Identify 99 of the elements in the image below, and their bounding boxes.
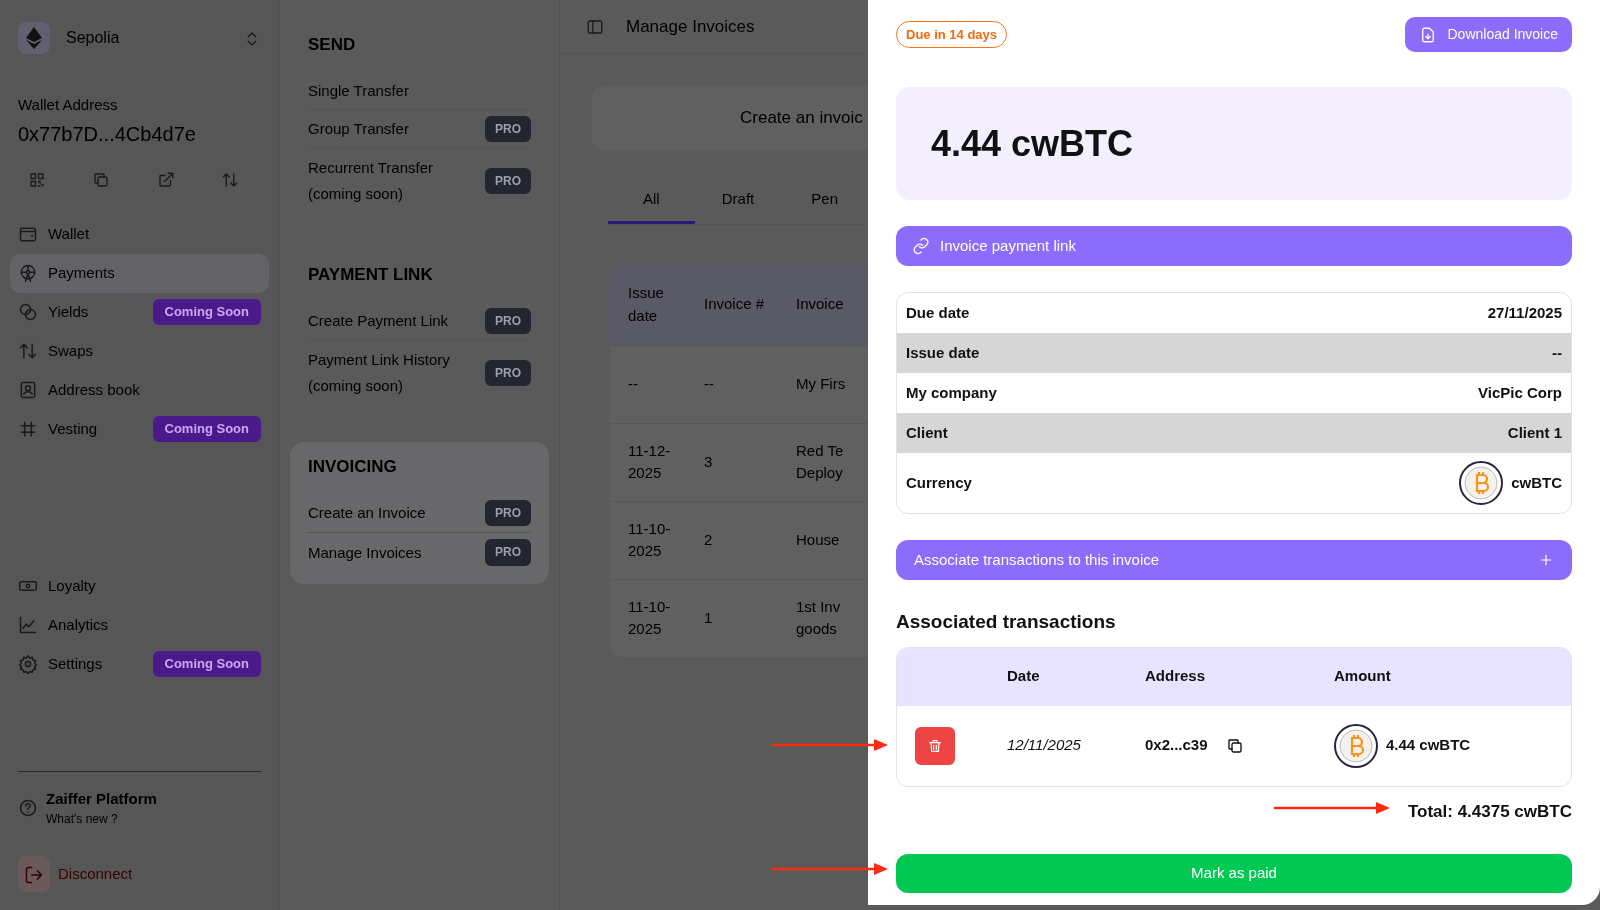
table-cell-text: 0x2...c39 xyxy=(1145,735,1208,756)
swap-arrows-icon xyxy=(18,341,38,361)
whats-new-link[interactable]: What's new ? xyxy=(46,810,157,828)
wallet-label: Wallet Address xyxy=(18,95,119,115)
detail-value: VicPic Corp xyxy=(1478,382,1562,403)
menu-link[interactable]: Recurrent Transfer (coming soon) xyxy=(308,155,468,207)
create-invoice-banner[interactable]: Create an invoic xyxy=(592,86,868,150)
detail-label: Client xyxy=(906,422,948,443)
column-header: Date xyxy=(1007,667,1040,685)
nav-item[interactable]: Analytics xyxy=(10,605,269,645)
ferris-wheel-icon xyxy=(18,263,38,283)
swap-arrows-icon xyxy=(221,170,239,189)
wallet-icon xyxy=(18,224,38,244)
external-link-icon xyxy=(156,170,175,189)
copy-icon xyxy=(92,170,111,189)
filter-tab[interactable]: All xyxy=(608,180,695,224)
nav-item[interactable]: Settings Coming Soon xyxy=(10,644,269,684)
column-header: Invoice # xyxy=(704,294,766,315)
table-cell: -- xyxy=(628,374,638,392)
invoice-amount: 4.44 cwBTC xyxy=(931,121,1134,166)
plus-icon xyxy=(1538,552,1554,568)
detail-value: 27/11/2025 xyxy=(1487,302,1562,323)
table-cell-text: 4.44 cwBTC xyxy=(1386,735,1471,756)
page-title: Manage Invoices xyxy=(626,15,755,38)
coming-soon-badge: Coming Soon xyxy=(152,299,261,325)
table-cell: 1 xyxy=(704,608,713,626)
nav-item[interactable]: Vesting Coming Soon xyxy=(10,409,269,449)
pro-badge: PRO xyxy=(485,307,531,335)
detail-value: cwBTC xyxy=(1511,472,1562,493)
pro-badge: PRO xyxy=(485,167,531,195)
coming-soon-badge: Coming Soon xyxy=(152,416,261,442)
menu-link[interactable]: Manage Invoices xyxy=(308,539,422,566)
menu-link[interactable]: Create Payment Link xyxy=(308,308,449,334)
detail-label: Currency xyxy=(906,472,972,493)
table-cell: 11-12-2025 xyxy=(628,441,671,481)
nav-item[interactable]: Payments xyxy=(10,253,269,293)
mark-as-paid-button[interactable]: Mark as paid xyxy=(896,854,1572,893)
table-cell: 11-10-2025 xyxy=(628,597,671,637)
detail-label: Due date xyxy=(906,302,970,323)
pro-badge: PRO xyxy=(485,359,531,386)
nav-item[interactable]: Swaps xyxy=(10,331,269,371)
pro-badge: PRO xyxy=(485,116,531,143)
table-cell: House xyxy=(796,530,840,548)
disconnect-button[interactable]: Disconnect xyxy=(58,862,133,886)
table-cell: 11-10-2025 xyxy=(628,519,671,559)
column-header: Amount xyxy=(1334,666,1391,687)
coming-soon-badge: Coming Soon xyxy=(152,651,261,677)
network-selector[interactable]: Sepolia xyxy=(66,26,120,50)
table-cell: 1st Inv goods xyxy=(796,597,841,637)
detail-label: My company xyxy=(906,382,997,403)
settings-icon xyxy=(18,654,38,674)
filter-tab[interactable]: Draft xyxy=(694,180,782,224)
delete-button[interactable] xyxy=(915,726,955,765)
download-invoice-button[interactable]: Download Invoice xyxy=(1405,17,1572,52)
platform-title: Zaiffer Platform xyxy=(46,788,157,809)
trash-icon xyxy=(927,737,943,754)
detail-value: -- xyxy=(1552,342,1562,363)
table-cell: 12/11/2025 xyxy=(1007,736,1081,754)
contact-book-icon xyxy=(18,380,38,400)
menu-link[interactable]: Group Transfer xyxy=(308,116,409,142)
pro-badge: PRO xyxy=(485,499,531,527)
logout-icon xyxy=(24,864,44,885)
filter-tab[interactable]: Pen xyxy=(781,180,868,224)
menu-link[interactable]: Single Transfer xyxy=(308,77,409,103)
bitcoin-icon xyxy=(1334,723,1378,768)
qr-code-icon xyxy=(28,170,46,189)
link-icon xyxy=(912,237,930,255)
total-amount: Total: 4.4375 cwBTC xyxy=(1407,801,1572,821)
table-cell: 2 xyxy=(704,530,713,548)
sidebar-toggle-icon xyxy=(586,17,604,36)
table-cell: Red Te Deploy xyxy=(796,441,844,481)
help-icon xyxy=(18,797,38,818)
table-cell: 3 xyxy=(704,452,713,470)
coins-icon xyxy=(18,302,38,322)
detail-label: Issue date xyxy=(906,342,980,363)
nav-item[interactable]: Wallet xyxy=(10,214,269,254)
nav-item[interactable]: Loyalty xyxy=(10,566,269,606)
nav-item[interactable]: Yields Coming Soon xyxy=(10,292,269,332)
table-cell: My Firs xyxy=(796,374,846,392)
menu-link[interactable]: Create an Invoice xyxy=(308,500,426,526)
column-header: Issue date xyxy=(627,283,665,326)
copy-icon xyxy=(1225,737,1244,756)
column-header: Invoice xyxy=(796,294,845,315)
menu-link[interactable]: Payment Link History (coming soon) xyxy=(308,347,468,399)
nav-item[interactable]: Address book xyxy=(10,370,269,410)
section-title: INVOICING xyxy=(308,456,398,479)
section-title: SEND xyxy=(308,34,357,56)
pro-badge: PRO xyxy=(485,539,531,566)
detail-value: Client 1 xyxy=(1507,422,1562,443)
table-cell: -- xyxy=(704,374,714,392)
associate-transactions-button[interactable]: Associate transactions to this invoice xyxy=(896,540,1572,580)
network-icon xyxy=(18,22,50,54)
column-header: Address xyxy=(1145,666,1206,687)
wallet-address: 0x77b7D...4Cb4d7e xyxy=(18,121,197,147)
line-chart-icon xyxy=(18,615,38,635)
bitcoin-icon xyxy=(1459,461,1504,505)
section-title: PAYMENT LINK xyxy=(308,264,434,287)
payment-link-button[interactable]: Invoice payment link xyxy=(896,226,1572,266)
section-heading: Associated transactions xyxy=(896,610,1117,634)
